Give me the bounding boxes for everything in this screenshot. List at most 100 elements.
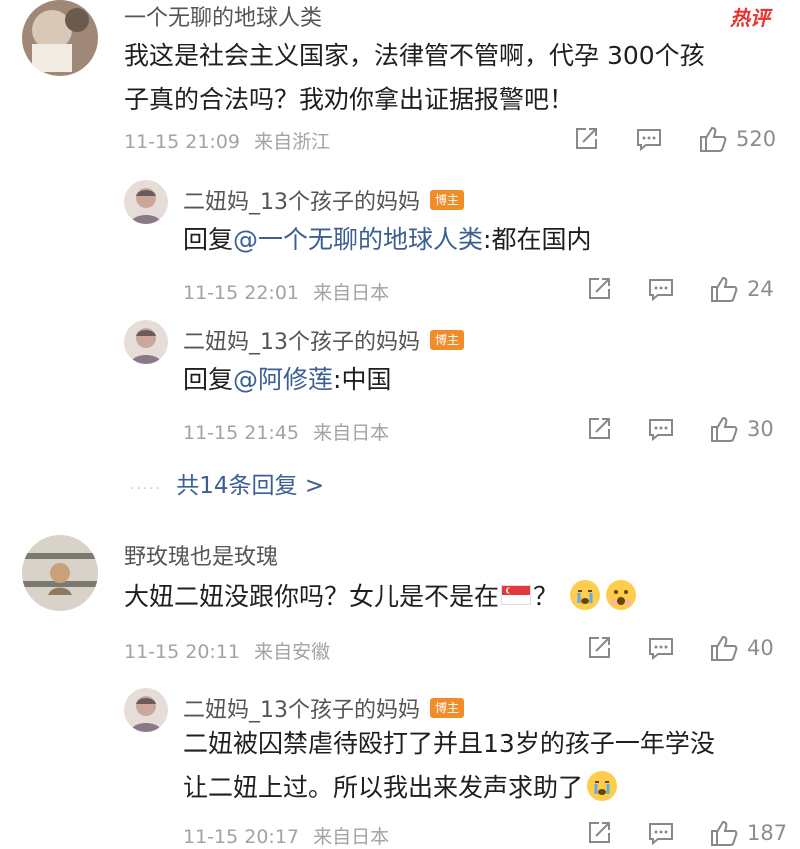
username[interactable]: 二妞妈_13个孩子的妈妈 博主 (183, 184, 465, 216)
comment-meta: 11-15 21:09 来自浙江 (124, 127, 330, 154)
reply-text: 二妞被囚禁虐待殴打了并且13岁的孩子一年学没 让二妞上过。所以我出来发声求助了 (183, 722, 715, 810)
like-count: 24 (747, 277, 774, 301)
comment-text: 我这是社会主义国家，法律管不管啊，代孕 300个孩 子真的合法吗？我劝你拿出证据… (124, 34, 705, 122)
share-button[interactable] (585, 275, 613, 303)
reply-content: :中国 (333, 365, 392, 394)
blogger-badge: 博主 (430, 330, 465, 350)
comment-text-main: 大妞二妞没跟你吗？女儿是不是在 (124, 582, 500, 611)
reply-3: 二妞妈_13个孩子的妈妈 博主 二妞被囚禁虐待殴打了并且13岁的孩子一年学没 让二… (0, 686, 800, 848)
more-replies-link[interactable]: ····· 共14条回复 > (130, 466, 324, 500)
reply-text: 回复@一个无聊的地球人类:都在国内 (183, 218, 591, 262)
share-icon (589, 278, 610, 299)
dots-divider: ····· (130, 481, 163, 497)
reply-content: :都在国内 (483, 225, 592, 254)
like-button[interactable]: 40 (709, 633, 774, 663)
location: 来自安徽 (254, 641, 331, 663)
comment-text: 大妞二妞没跟你吗？女儿是不是在 ？ (124, 575, 638, 619)
comment-line-2: 子真的合法吗？我劝你拿出证据报警吧！ (124, 85, 575, 114)
timestamp: 11-15 21:09 (124, 131, 241, 153)
blogger-badge: 博主 (430, 190, 465, 210)
location: 来自日本 (313, 826, 390, 848)
username-text: 二妞妈_13个孩子的妈妈 (183, 330, 420, 355)
comment-1: 一个无聊的地球人类 热评 我这是社会主义国家，法律管不管啊，代孕 300个孩 子… (0, 0, 800, 170)
reply-text: 回复@阿修莲:中国 (183, 358, 391, 402)
avatar[interactable] (124, 320, 168, 364)
reply-line-1: 二妞被囚禁虐待殴打了并且13岁的孩子一年学没 (183, 729, 715, 758)
timestamp: 11-15 20:11 (124, 641, 241, 663)
like-count: 520 (736, 127, 777, 151)
like-count: 40 (747, 636, 774, 660)
reply-button[interactable] (647, 275, 675, 303)
reply-prefix: 回复 (183, 365, 234, 394)
like-icon (711, 416, 738, 442)
reply-actions: 30 (585, 414, 774, 444)
comment-actions: 520 (572, 124, 776, 154)
reply-actions: 187 (585, 818, 787, 848)
mention-link[interactable]: @阿修莲 (233, 365, 333, 394)
username[interactable]: 一个无聊的地球人类 (124, 0, 322, 32)
like-button[interactable]: 24 (709, 274, 774, 304)
comment-icon (637, 129, 661, 152)
more-replies-label: 共14条回复 > (176, 473, 325, 499)
fearful-face-icon (606, 580, 637, 610)
avatar[interactable] (124, 180, 168, 224)
timestamp: 11-15 21:45 (183, 422, 300, 444)
share-icon (576, 128, 597, 149)
avatar[interactable] (22, 535, 98, 611)
avatar[interactable] (124, 688, 168, 732)
reply-button[interactable] (635, 125, 663, 153)
comment-icon (649, 823, 673, 846)
reply-line-2-text: 让二妞上过。所以我出来发声求助了 (183, 773, 584, 802)
reply-1: 二妞妈_13个孩子的妈妈 博主 回复@一个无聊的地球人类:都在国内 11-15 2… (0, 178, 800, 308)
reply-2: 二妞妈_13个孩子的妈妈 博主 回复@阿修莲:中国 11-15 21:45 来自日… (0, 318, 800, 448)
blogger-badge: 博主 (430, 698, 465, 718)
username[interactable]: 二妞妈_13个孩子的妈妈 博主 (183, 692, 465, 724)
crying-face-icon (570, 580, 601, 610)
timestamp: 11-15 20:17 (183, 826, 300, 848)
username-text: 二妞妈_13个孩子的妈妈 (183, 698, 420, 723)
reply-button[interactable] (647, 415, 675, 443)
like-button[interactable]: 30 (709, 414, 774, 444)
reply-button[interactable] (647, 634, 675, 662)
share-icon (589, 637, 610, 658)
comment-2: 野玫瑰也是玫瑰 大妞二妞没跟你吗？女儿是不是在 ？ 11-15 20:11 来自安… (0, 533, 800, 673)
reply-meta: 11-15 20:17 来自日本 (183, 822, 389, 849)
location: 来自日本 (313, 282, 390, 304)
like-icon (711, 635, 738, 661)
share-button[interactable] (585, 415, 613, 443)
location: 来自浙江 (254, 131, 331, 153)
comment-line-1: 我这是社会主义国家，法律管不管啊，代孕 300个孩 (124, 41, 705, 70)
singapore-flag-icon (501, 585, 532, 605)
like-button[interactable]: 520 (698, 124, 776, 154)
hot-comment-badge: 热评 (730, 6, 770, 30)
reply-button[interactable] (647, 819, 675, 847)
share-button[interactable] (585, 634, 613, 662)
comment-icon (649, 279, 673, 302)
share-icon (589, 822, 610, 843)
comment-meta: 11-15 20:11 来自安徽 (124, 637, 330, 664)
username-text: 二妞妈_13个孩子的妈妈 (183, 190, 420, 215)
like-count: 187 (747, 821, 788, 845)
comment-icon (649, 419, 673, 442)
avatar[interactable] (22, 0, 98, 76)
like-button[interactable]: 187 (709, 818, 787, 848)
share-button[interactable] (585, 819, 613, 847)
like-icon (711, 276, 738, 302)
username[interactable]: 野玫瑰也是玫瑰 (124, 539, 278, 571)
like-count: 30 (747, 417, 774, 441)
reply-actions: 24 (585, 274, 774, 304)
crying-face-icon (587, 771, 618, 801)
share-icon (589, 418, 610, 439)
reply-prefix: 回复 (183, 225, 234, 254)
timestamp: 11-15 22:01 (183, 282, 300, 304)
like-icon (711, 820, 738, 846)
comment-icon (649, 638, 673, 661)
username[interactable]: 二妞妈_13个孩子的妈妈 博主 (183, 324, 465, 356)
mention-link[interactable]: @一个无聊的地球人类 (233, 225, 483, 254)
comment-text-end: ？ (533, 582, 559, 611)
like-icon (700, 126, 727, 152)
share-button[interactable] (572, 125, 600, 153)
reply-line-2: 让二妞上过。所以我出来发声求助了 (183, 766, 715, 810)
reply-meta: 11-15 22:01 来自日本 (183, 278, 389, 305)
comment-actions: 40 (585, 633, 774, 663)
